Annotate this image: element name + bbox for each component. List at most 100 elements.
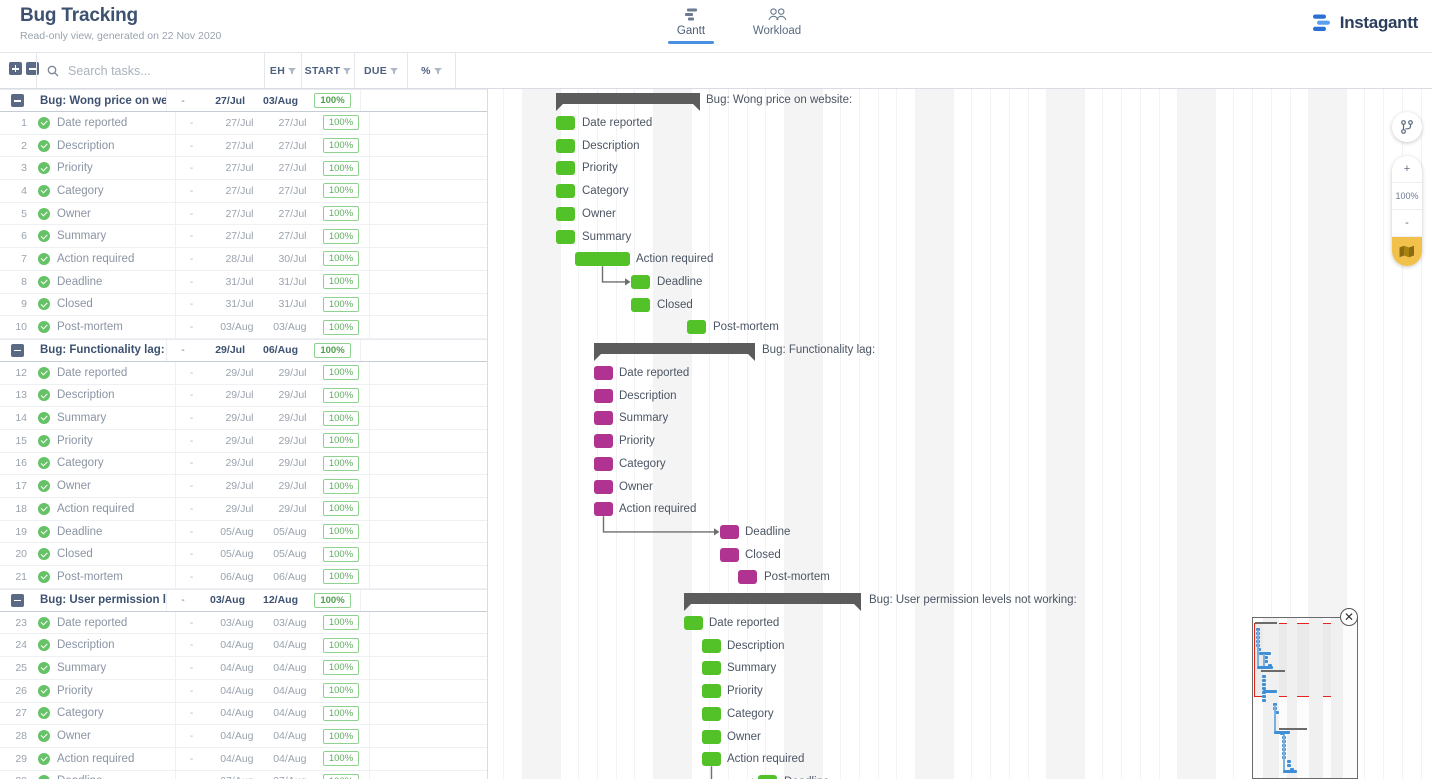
task-percent-cell[interactable]: 100% [314,161,369,176]
task-percent-cell[interactable]: 100% [314,411,369,426]
check-circle-icon[interactable] [38,503,50,515]
check-circle-icon[interactable] [38,412,50,424]
task-percent-cell[interactable]: 100% [314,569,369,584]
gantt-task-bar[interactable] [556,230,575,244]
check-circle-icon[interactable] [38,617,50,629]
check-circle-icon[interactable] [38,208,50,220]
search-box[interactable] [36,53,264,88]
check-circle-icon[interactable] [38,685,50,697]
expand-all-button[interactable] [9,62,22,75]
task-group-row[interactable]: Bug: Wong price on website:-27/Jul03/Aug… [0,89,487,112]
check-circle-icon[interactable] [38,435,50,447]
task-percent-cell[interactable]: 100% [314,274,369,289]
check-circle-icon[interactable] [38,117,50,129]
task-row[interactable]: 25Summary-04/Aug04/Aug100% [0,657,487,680]
check-circle-icon[interactable] [38,662,50,674]
group-collapse-button[interactable] [11,94,24,107]
task-percent-cell[interactable]: 100% [314,524,369,539]
task-percent-cell[interactable]: 100% [314,251,369,266]
gantt-task-bar[interactable] [594,411,613,425]
task-row[interactable]: 8Deadline-31/Jul31/Jul100% [0,271,487,294]
check-circle-icon[interactable] [38,526,50,538]
task-percent-cell[interactable]: 100% [314,456,369,471]
gantt-task-bar[interactable] [702,730,721,744]
task-row[interactable]: 16Category-29/Jul29/Jul100% [0,453,487,476]
check-circle-icon[interactable] [38,276,50,288]
search-input[interactable] [66,63,256,79]
group-collapse-button[interactable] [11,594,24,607]
task-row[interactable]: 5Owner-27/Jul27/Jul100% [0,203,487,226]
check-circle-icon[interactable] [38,185,50,197]
task-row[interactable]: 28Owner-04/Aug04/Aug100% [0,725,487,748]
gantt-task-bar[interactable] [702,639,721,653]
task-percent-cell[interactable]: 100% [314,433,369,448]
task-row[interactable]: 1Date reported-27/Jul27/Jul100% [0,112,487,135]
check-circle-icon[interactable] [38,162,50,174]
gantt-task-bar[interactable] [738,570,757,584]
check-circle-icon[interactable] [38,753,50,765]
check-circle-icon[interactable] [38,775,50,779]
gantt-task-bar[interactable] [556,139,575,153]
task-percent-cell[interactable]: 100% [314,706,369,721]
gantt-task-bar[interactable] [684,616,703,630]
task-percent-cell[interactable]: 100% [314,683,369,698]
task-row[interactable]: 9Closed-31/Jul31/Jul100% [0,294,487,317]
gantt-task-bar[interactable] [720,548,739,562]
task-row[interactable]: 18Action required-29/Jul29/Jul100% [0,498,487,521]
gantt-summary-bar[interactable] [594,343,755,354]
task-row[interactable]: 2Description-27/Jul27/Jul100% [0,135,487,158]
check-circle-icon[interactable] [38,140,50,152]
map-icon[interactable] [1392,237,1422,266]
task-percent-cell[interactable]: 100% [314,751,369,766]
task-row[interactable]: 19Deadline-05/Aug05/Aug100% [0,521,487,544]
gantt-task-bar[interactable] [594,480,613,494]
task-percent-cell[interactable]: 100% [314,320,369,335]
gantt-task-bar[interactable] [758,775,777,779]
task-row[interactable]: 27Category-04/Aug04/Aug100% [0,703,487,726]
column-header-start[interactable]: START [301,53,354,88]
gantt-task-bar[interactable] [702,661,721,675]
gantt-task-bar[interactable] [556,116,575,130]
zoom-out-button[interactable]: - [1392,210,1422,237]
gantt-task-bar[interactable] [702,707,721,721]
task-row[interactable]: 3Priority-27/Jul27/Jul100% [0,157,487,180]
gantt-task-bar[interactable] [575,252,630,266]
task-row[interactable]: 20Closed-05/Aug05/Aug100% [0,543,487,566]
group-collapse-button[interactable] [11,344,24,357]
task-row[interactable]: 26Priority-04/Aug04/Aug100% [0,680,487,703]
gantt-task-bar[interactable] [631,275,650,289]
zoom-in-button[interactable]: + [1392,156,1422,183]
gantt-summary-bar[interactable] [556,93,700,104]
gantt-task-bar[interactable] [720,525,739,539]
dependency-branch-icon[interactable] [1392,112,1422,142]
check-circle-icon[interactable] [38,230,50,242]
gantt-task-bar[interactable] [594,434,613,448]
task-percent-cell[interactable]: 100% [314,297,369,312]
task-percent-cell[interactable]: 100% [314,615,369,630]
check-circle-icon[interactable] [38,367,50,379]
check-circle-icon[interactable] [38,548,50,560]
task-row[interactable]: 4Category-27/Jul27/Jul100% [0,180,487,203]
task-row[interactable]: 29Action required-04/Aug04/Aug100% [0,748,487,771]
gantt-task-bar[interactable] [594,366,613,380]
task-percent-cell[interactable]: 100% [314,365,369,380]
task-percent-cell[interactable]: 100% [314,115,369,130]
task-percent-cell[interactable]: 100% [314,547,369,562]
task-row[interactable]: 13Description-29/Jul29/Jul100% [0,385,487,408]
task-percent-cell[interactable]: 100% [314,206,369,221]
task-row[interactable]: 24Description-04/Aug04/Aug100% [0,634,487,657]
minimap-overview[interactable] [1252,617,1358,779]
task-row[interactable]: 7Action required-28/Jul30/Jul100% [0,248,487,271]
check-circle-icon[interactable] [38,730,50,742]
column-header-eh[interactable]: EH [264,53,301,88]
task-percent-cell[interactable]: 100% [314,729,369,744]
task-percent-cell[interactable]: 100% [314,229,369,244]
check-circle-icon[interactable] [38,253,50,265]
tab-workload[interactable]: Workload [746,5,808,44]
task-percent-cell[interactable]: 100% [314,501,369,516]
minimap-close-icon[interactable]: ✕ [1340,608,1358,626]
check-circle-icon[interactable] [38,571,50,583]
gantt-task-bar[interactable] [702,684,721,698]
task-row[interactable]: 23Date reported-03/Aug03/Aug100% [0,612,487,635]
task-row[interactable]: 17Owner-29/Jul29/Jul100% [0,475,487,498]
